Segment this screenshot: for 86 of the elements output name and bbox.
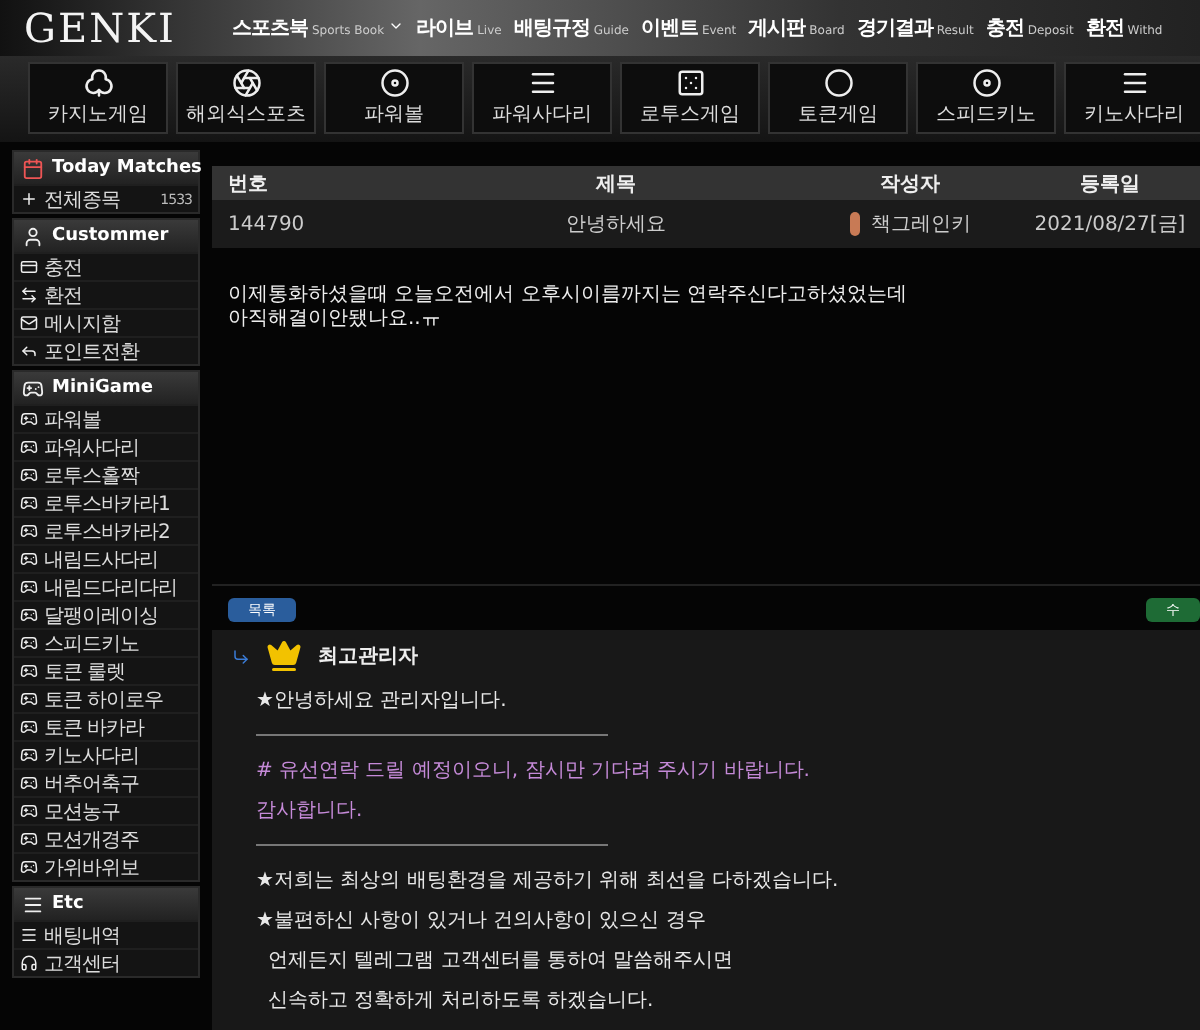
sidebar-item[interactable]: 메시지함 [14,308,198,336]
gamepad-icon [20,494,38,512]
gamepad-icon [20,774,38,792]
dice-icon [675,68,705,98]
bars-icon [1119,68,1149,98]
comment-text: 신속하고 정확하게 처리하도록 하겠습니다. [266,988,656,1014]
sidebar-item[interactable]: 달팽이레이싱 [14,600,198,628]
comment-text: ★저희는 최상의 배팅환경을 제공하기 위해 최선을 다하겠습니다. [254,868,841,894]
post-body: 이제통화하셨을때 오늘오전에서 오후시이름까지는 연락주신다고하셨었는데 아직해결이안됐나요..ㅠ [226,282,910,334]
logo: GENKI [22,4,178,52]
sidebar-item[interactable]: 포인트전환 [14,336,198,364]
sidebar-item[interactable]: 모션농구 [14,796,198,824]
sidebar-item[interactable]: 토큰 바카라 [14,712,198,740]
sidebar-item[interactable]: 토큰 룰렛 [14,656,198,684]
game-tile[interactable]: 파워사다리 [472,62,612,134]
crown-icon [266,638,302,674]
comment-panel: 최고관리자 ★안녕하세요 관리자입니다. # 유선연락 드릴 예정이오니, 잠시만 기다려 주시기 바랍니다. 감사합니다. ★저희는 최상의 배팅환경을 제공하기 위해 최선을 다하겠습니다. ★불편하신 사항이 있거나 건의사항이 있으신 경우 언제든지 텔레그램 고객센터를 통하여 말씀해주시면 신속하고 정확하게 처리하도록 하겠습니다. [212,630,1200,1030]
game-tile[interactable]: 로투스게임 [620,62,760,134]
gamepad-icon [20,634,38,652]
plus-icon [20,190,38,208]
reply-arrow-icon [20,342,38,360]
club-icon [83,68,113,98]
sidebar-item[interactable]: 로투스바카라2 [14,516,198,544]
game-tile[interactable]: 키노사다리 [1064,62,1200,134]
gamepad-icon [20,550,38,568]
gamepad-icon [20,410,38,428]
sidebar-item[interactable]: 파워볼 [14,404,198,432]
gamepad-icon [20,746,38,764]
gamepad-icon [20,662,38,680]
game-tile[interactable]: 해외식스포츠 [176,62,316,134]
comment-text: ★불편하신 사항이 있거나 건의사항이 있으신 경우 [254,908,708,934]
mail-icon [20,314,38,332]
sidebar-item[interactable]: 키노사다리 [14,740,198,768]
sidebar-item[interactable]: 모션개경주 [14,824,198,852]
table-row: 144790 안녕하세요 책그레인키 2021/08/27[금] [212,200,1200,248]
gamepad-icon [20,522,38,540]
caret-icon [388,18,405,34]
comment-text: # 유선연락 드릴 예정이오니, 잠시만 기다려 주시기 바랍니다. [254,758,812,784]
sidebar-item[interactable]: 파워사다리 [14,432,198,460]
sidebar-heading: Today Matches [14,152,198,184]
sidebar-item[interactable]: 내림드사다리 [14,544,198,572]
gamepad-icon [20,606,38,624]
sidebar-item[interactable]: 내림드다리다리 [14,572,198,600]
gamepad-icon [20,438,38,456]
list-icon [22,893,44,915]
disc-icon [971,68,1001,98]
game-tile[interactable]: 카지노게임 [28,62,168,134]
sidebar-item[interactable]: 토큰 하이로우 [14,684,198,712]
game-tile[interactable]: 파워볼 [324,62,464,134]
circle-icon [823,68,853,98]
comment-text: 감사합니다. [254,798,365,824]
sidebar-heading: Etc [14,888,198,920]
sidebar-item[interactable]: 로투스홀짝 [14,460,198,488]
gamepad-icon [20,466,38,484]
sidebar-item[interactable]: 환전 [14,280,198,308]
sidebar-item[interactable]: 가위바위보 [14,852,198,880]
game-tile[interactable]: 토큰게임 [768,62,908,134]
calendar-icon [22,157,44,179]
gamepad-icon [20,578,38,596]
gamepad-icon [20,718,38,736]
sidebar-item[interactable]: 버추어축구 [14,768,198,796]
sidebar-item[interactable]: 배팅내역 [14,920,198,948]
sidebar-item[interactable]: 고객센터 [14,948,198,976]
sidebar-item[interactable]: 충전 [14,252,198,280]
sidebar-item[interactable]: 로투스바카라1 [14,488,198,516]
gamepad-icon [20,802,38,820]
disc-icon [379,68,409,98]
user-icon [22,225,44,247]
headset-icon [20,954,38,972]
sidebar-heading: MiniGame [14,372,198,404]
gamepad-icon [20,690,38,708]
avatar-icon [849,212,859,236]
game-tile[interactable]: 스피드키노 [916,62,1056,134]
comment-text: 언제든지 텔레그램 고객센터를 통하여 말씀해주시면 [266,948,736,974]
card-icon [20,258,38,276]
bars-icon [527,68,557,98]
gamepad-icon [20,830,38,848]
list-icon [20,926,38,944]
gamepad-icon [20,858,38,876]
sidebar-item[interactable]: 스피드키노 [14,628,198,656]
sidebar-heading: Custommer [14,220,198,252]
table-header: 번호 제목 작성자 등록일 [212,166,1200,200]
comment-text: ★안녕하세요 관리자입니다. [254,688,509,714]
swap-arrows-icon [20,286,38,304]
reply-arrow-icon [232,647,250,665]
gamepad-icon [22,377,44,399]
